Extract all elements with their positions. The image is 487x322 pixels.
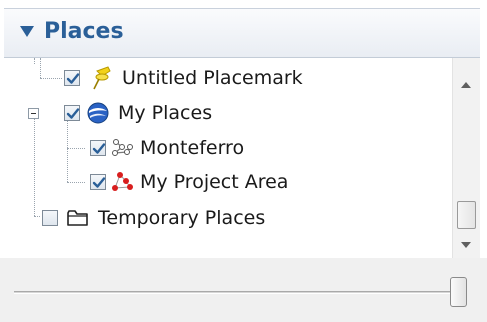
yellow-pushpin-icon xyxy=(88,65,116,91)
checkbox-untitled-placemark[interactable] xyxy=(64,70,80,86)
places-tree: Untitled Placemark My Places Monteferro … xyxy=(0,58,452,258)
path-nodes-icon xyxy=(110,137,134,159)
tree-item-monteferro[interactable]: Monteferro xyxy=(90,133,244,163)
checkbox-temporary-places[interactable] xyxy=(42,210,58,226)
checkbox-my-places[interactable] xyxy=(64,105,80,121)
tree-line xyxy=(34,216,40,217)
tree-line xyxy=(40,78,62,79)
tree-line xyxy=(34,118,35,216)
scroll-down-arrow-icon[interactable] xyxy=(461,242,471,248)
checkbox-my-project-area[interactable] xyxy=(90,174,106,190)
places-header[interactable]: Places xyxy=(4,8,480,58)
tree-item-label: My Project Area xyxy=(140,171,289,193)
checkbox-monteferro[interactable] xyxy=(90,140,106,156)
slider-thumb[interactable] xyxy=(450,277,467,307)
folder-icon xyxy=(66,208,90,228)
tree-item-label: My Places xyxy=(118,102,213,124)
tree-item-untitled-placemark[interactable]: Untitled Placemark xyxy=(64,63,303,93)
vertical-scrollbar[interactable] xyxy=(452,58,480,258)
tree-item-my-project-area[interactable]: My Project Area xyxy=(90,167,288,197)
collapse-tree-node-icon[interactable] xyxy=(28,107,39,119)
tree-item-label: Untitled Placemark xyxy=(122,67,303,89)
tree-line xyxy=(34,58,35,64)
places-panel: Places Untitled Placemark My Places Mont… xyxy=(0,0,487,322)
panel-title: Places xyxy=(44,19,124,44)
transparency-slider-area xyxy=(0,258,487,322)
slider-track[interactable] xyxy=(14,291,466,294)
collapse-triangle-icon[interactable] xyxy=(20,26,34,37)
tree-line xyxy=(67,148,85,149)
tree-item-temporary-places[interactable]: Temporary Places xyxy=(42,203,265,233)
scrollbar-thumb[interactable] xyxy=(457,201,476,229)
tree-line xyxy=(40,58,41,78)
tree-item-my-places[interactable]: My Places xyxy=(28,98,212,128)
tree-item-label: Monteferro xyxy=(140,137,245,159)
red-polygon-nodes-icon xyxy=(110,171,134,193)
scroll-up-arrow-icon[interactable] xyxy=(461,82,471,88)
tree-line xyxy=(67,182,85,183)
tree-item-label: Temporary Places xyxy=(98,207,266,229)
earth-globe-icon xyxy=(86,101,110,125)
